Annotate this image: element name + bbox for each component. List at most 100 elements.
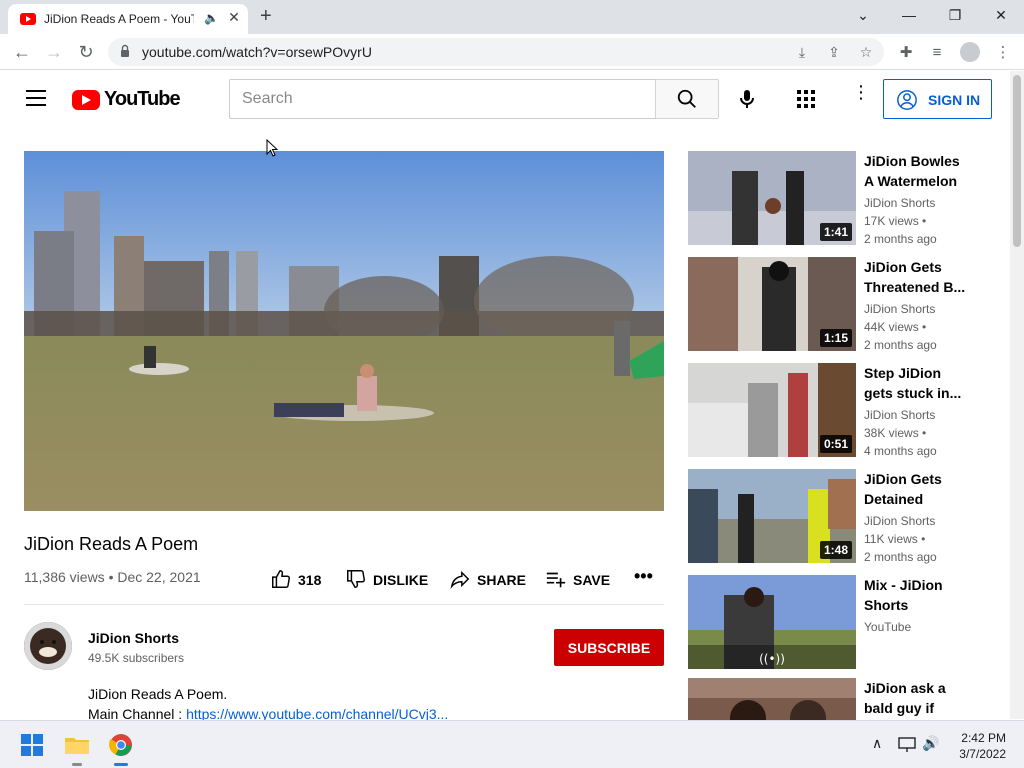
windows-taskbar: ∧ 🔊 2:42 PM 3/7/2022 [0,720,1024,768]
share-arrow-icon [450,570,470,589]
recommendation-thumbnail[interactable]: 0:51 [688,363,856,457]
chrome-active-indicator [114,763,128,766]
clock-date[interactable]: 3/7/2022 [946,747,1006,761]
recommendation-title[interactable]: JiDion Bowles A Watermelon [864,151,968,191]
recommendation-channel: JiDion Shorts [864,514,936,528]
media-queue-icon[interactable]: ≡ [926,42,948,64]
youtube-logo-icon[interactable] [72,90,100,110]
tab-search-chevron-icon[interactable]: ⌄ [843,4,883,26]
hamburger-menu-icon[interactable] [26,90,46,106]
tab-title: JiDion Reads A Poem - YouTube [44,12,194,26]
minimize-button[interactable]: — [889,4,929,26]
recommendation-title[interactable]: JiDion ask a bald guy if his... [864,678,968,718]
search-button[interactable] [655,79,719,119]
scrollbar-thumb[interactable] [1013,75,1021,247]
playlist-add-icon [546,572,566,588]
address-bar[interactable]: youtube.com/watch?v=orsewPOvyrU ⤓ ⇪ ☆ [108,38,884,66]
browser-tab-strip: JiDion Reads A Poem - YouTube 🔈 ✕ + ⌄ — … [0,0,1024,34]
recommendation-channel: JiDion Shorts [864,408,936,422]
recommendation-views: 38K views • [864,426,927,440]
subscribe-button[interactable]: SUBSCRIBE [554,629,664,666]
microphone-icon[interactable] [735,87,759,111]
recommendation-thumbnail[interactable]: ((•)) [688,575,856,669]
clock-time[interactable]: 2:42 PM [956,731,1006,745]
duration-badge: 1:41 [819,223,852,241]
windows-start-icon[interactable] [20,733,44,757]
live-mix-icon: ((•)) [759,652,785,666]
sign-in-label: SIGN IN [928,92,981,108]
recommendation-views: 17K views • [864,214,927,228]
recommendation-title[interactable]: Step JiDion gets stuck in... [864,363,968,403]
recommendation-title[interactable]: JiDion Gets Threatened B... [864,257,968,297]
save-label: SAVE [573,572,611,588]
browser-menu-icon[interactable]: ⋮ [992,42,1014,64]
reload-icon[interactable]: ↻ [74,40,98,64]
like-count: 318 [298,572,322,588]
recommendation-thumbnail[interactable]: 1:41 [688,151,856,245]
restore-button[interactable]: ❐ [935,4,975,26]
network-monitor-icon[interactable] [898,737,916,753]
forward-arrow-icon[interactable]: → [42,40,66,64]
browser-tab[interactable]: JiDion Reads A Poem - YouTube 🔈 ✕ [8,4,248,34]
recommendation-thumbnail[interactable]: 1:48 [688,469,856,563]
recommendation-age: 2 months ago [864,338,937,352]
profile-avatar-icon[interactable] [960,42,980,62]
volume-icon[interactable]: 🔊 [922,735,939,752]
account-circle-icon [897,90,917,110]
dislike-button[interactable]: DISLIKE [345,568,435,592]
description-line-1: JiDion Reads A Poem. [88,686,228,702]
recommendation-item[interactable]: ((•)) Mix - JiDion Shorts YouTube [688,575,988,669]
back-arrow-icon[interactable]: ← [10,40,34,64]
show-hidden-icons-chevron-icon[interactable]: ∧ [872,735,882,752]
recommendation-item[interactable]: JiDion ask a bald guy if his... [688,678,988,720]
install-app-icon[interactable]: ⤓ [792,42,812,62]
recommendation-title[interactable]: Mix - JiDion Shorts [864,575,968,615]
youtube-logo-text[interactable]: YouTube [104,88,181,111]
recommendation-channel: JiDion Shorts [864,196,936,210]
browser-toolbar: ← → ↻ youtube.com/watch?v=orsewPOvyrU ⤓ … [0,34,1024,70]
page-scrollbar[interactable] [1010,71,1024,719]
url-text: youtube.com/watch?v=orsewPOvyrU [142,44,372,60]
dislike-label: DISLIKE [373,572,429,588]
video-frame [24,151,664,511]
recommendation-age: 2 months ago [864,550,937,564]
recommendation-views: 44K views • [864,320,927,334]
channel-avatar[interactable] [24,622,72,670]
speaker-icon[interactable]: 🔈 [204,11,219,25]
file-explorer-icon[interactable] [64,734,90,756]
close-window-button[interactable]: ✕ [981,4,1021,26]
recommendation-age: 2 months ago [864,232,937,246]
more-actions-icon[interactable]: ••• [634,566,654,592]
extensions-puzzle-icon[interactable]: ✚ [895,42,917,64]
sign-in-button[interactable]: SIGN IN [883,79,992,119]
recommendation-age: 4 months ago [864,444,937,458]
like-button[interactable]: 318 [270,568,330,592]
explorer-running-indicator [72,763,82,766]
thumbs-up-icon [272,570,290,588]
duration-badge: 1:15 [819,329,852,347]
apps-grid-icon[interactable] [797,90,815,108]
channel-name[interactable]: JiDion Shorts [88,630,179,646]
share-button[interactable]: SHARE [449,568,529,592]
recommendation-thumbnail[interactable] [688,678,856,720]
recommendation-title[interactable]: JiDion Gets Detained [864,469,968,509]
bookmark-star-icon[interactable]: ☆ [856,42,876,62]
recommendation-channel: YouTube [864,620,912,634]
divider [24,604,664,605]
share-label: SHARE [477,572,527,588]
settings-kebab-icon[interactable]: ⋮ [852,83,870,101]
lock-icon [121,44,129,57]
recommendation-thumbnail[interactable]: 1:15 [688,257,856,351]
tab-close-icon[interactable]: ✕ [226,9,242,26]
recommendation-item[interactable]: 1:48 JiDion Gets Detained JiDion Shorts … [688,469,988,564]
recommendation-item[interactable]: 0:51 Step JiDion gets stuck in... JiDion… [688,363,988,458]
recommendation-item[interactable]: 1:41 JiDion Bowles A Watermelon JiDion S… [688,151,988,246]
video-player[interactable] [24,151,664,511]
recommendation-channel: JiDion Shorts [864,302,936,316]
new-tab-button[interactable]: + [260,5,272,28]
save-button[interactable]: SAVE [545,568,615,592]
recommendation-item[interactable]: 1:15 JiDion Gets Threatened B... JiDion … [688,257,988,352]
search-input[interactable] [229,79,656,119]
share-page-icon[interactable]: ⇪ [824,42,844,62]
chrome-icon[interactable] [109,733,133,757]
